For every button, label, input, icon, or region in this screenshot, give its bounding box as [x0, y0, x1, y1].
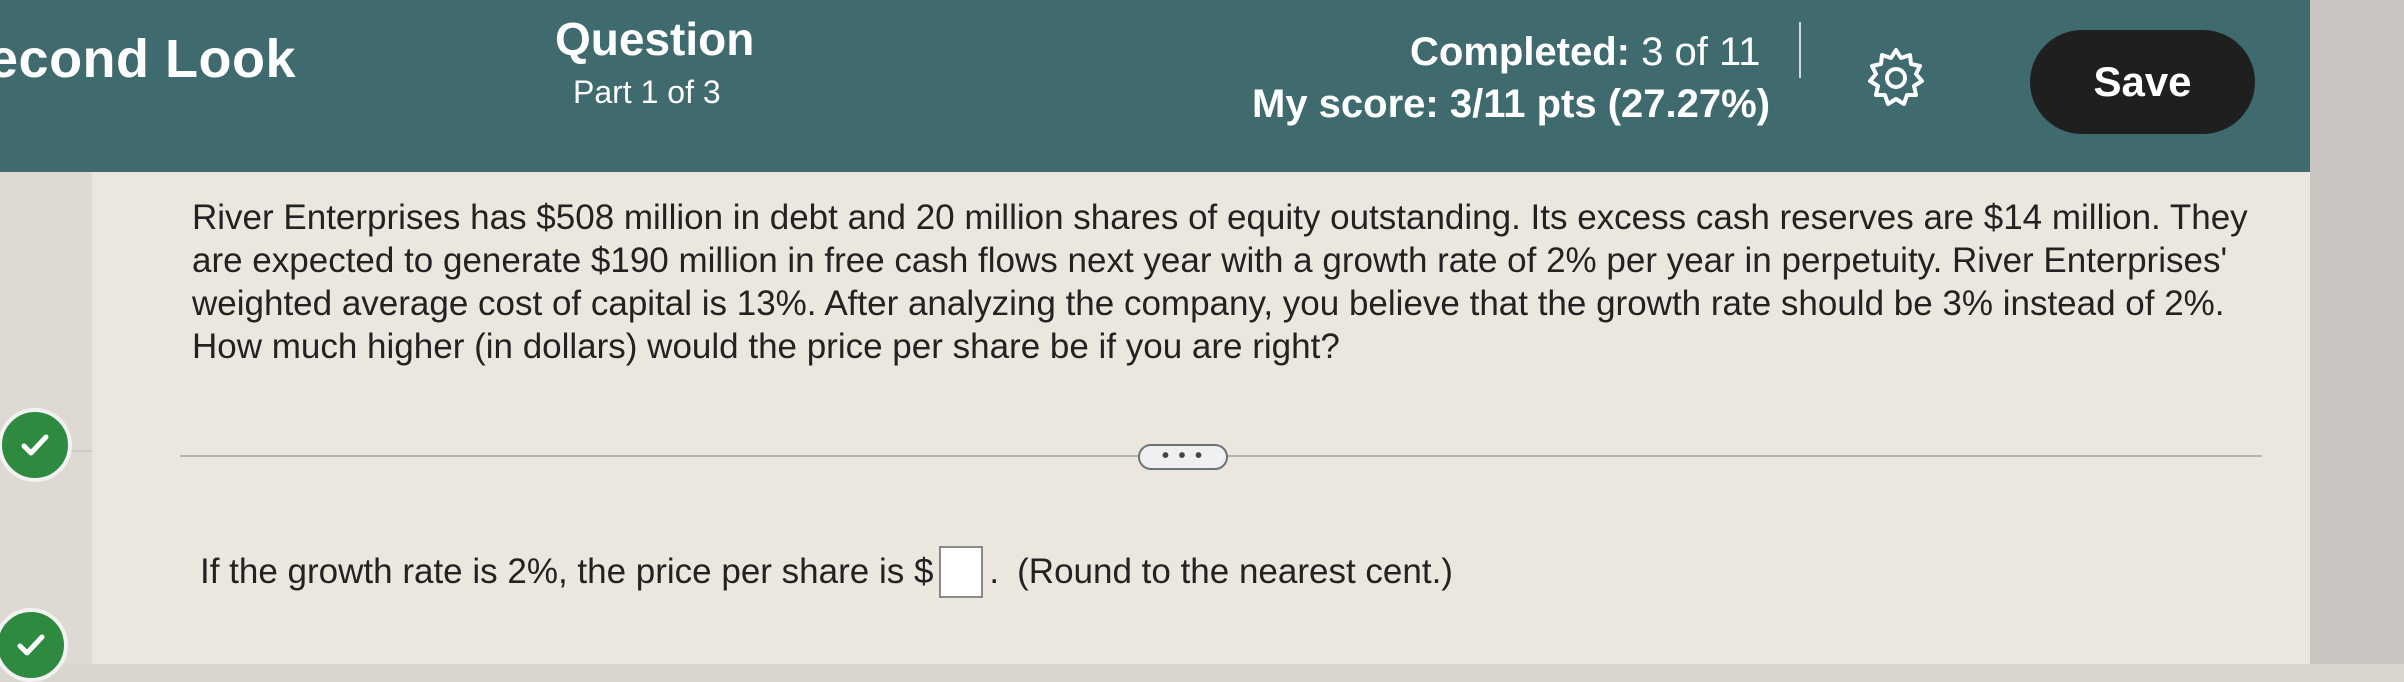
question-title: Question	[555, 13, 755, 65]
completed-count: 3 of 11	[1641, 30, 1761, 74]
gear-icon[interactable]	[1862, 44, 1930, 112]
answer-prompt: If the growth rate is 2%, the price per …	[200, 552, 934, 591]
save-button[interactable]: Save	[2030, 30, 2255, 134]
header-divider	[1799, 22, 1801, 78]
price-per-share-input[interactable]	[939, 546, 984, 598]
checkmark-icon[interactable]	[0, 608, 68, 682]
answer-suffix: .	[989, 552, 1000, 591]
my-score: My score: 3/11 pts (27.27%)	[1252, 82, 1771, 126]
question-text: River Enterprises has $508 million in de…	[192, 198, 2248, 366]
answer-row: If the growth rate is 2%, the price per …	[200, 546, 1453, 598]
right-edge-panel	[2310, 0, 2404, 664]
header-bar: econd Look Question Part 1 of 3 Complete…	[0, 0, 2310, 172]
completed-label: Completed:	[1410, 30, 1630, 74]
completed-status: Completed: 3 of 11	[1410, 30, 1760, 75]
app-title: econd Look	[0, 29, 297, 89]
rounding-note: (Round to the nearest cent.)	[1017, 552, 1453, 591]
checkmark-icon[interactable]	[0, 408, 72, 482]
expand-more-button[interactable]: • • •	[1138, 444, 1228, 470]
question-part: Part 1 of 3	[573, 74, 721, 110]
